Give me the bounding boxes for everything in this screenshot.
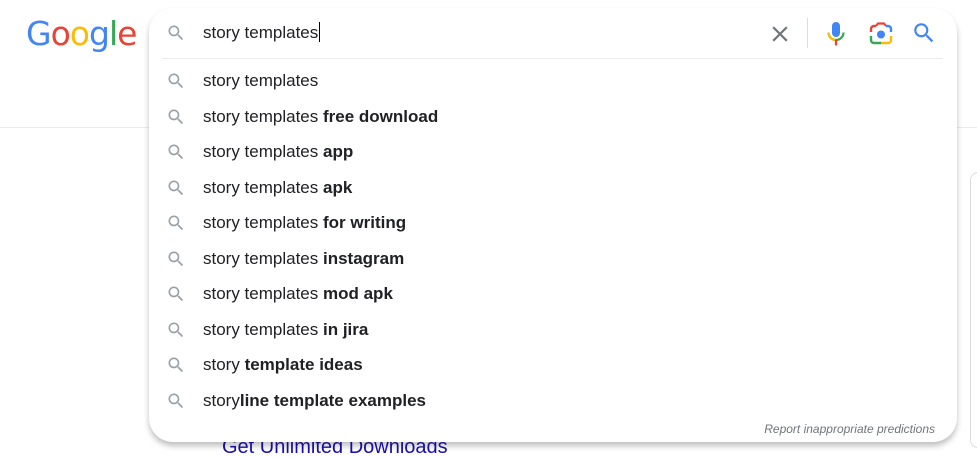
suggestion-item[interactable]: story template ideas: [149, 347, 957, 383]
suggestion-text: story templates for writing: [203, 212, 406, 234]
suggestion-completion: line template examples: [239, 390, 426, 410]
suggestion-item[interactable]: storyline template examples: [149, 383, 957, 419]
suggestion-item[interactable]: story templates apk: [149, 170, 957, 206]
search-icon: [166, 142, 186, 167]
suggestion-text: storyline template examples: [203, 390, 426, 412]
search-icon: [914, 23, 934, 43]
search-submit-button[interactable]: [911, 20, 937, 46]
suggestion-item[interactable]: story templates app: [149, 134, 957, 170]
suggestion-text: story templates instagram: [203, 248, 404, 270]
suggestion-completion: instagram: [323, 248, 405, 268]
search-icon: [166, 178, 186, 203]
search-icon: [166, 249, 186, 274]
close-icon: [772, 26, 788, 42]
suggestion-list: story templates story templates free down…: [149, 63, 957, 418]
suggestion-completion: apk: [323, 177, 353, 197]
suggestion-text: story templates mod apk: [203, 283, 393, 305]
report-predictions-link[interactable]: Report inappropriate predictions: [764, 422, 935, 436]
search-icon: [166, 23, 186, 48]
dropdown-separator: [163, 58, 943, 59]
logo-letter: o: [69, 14, 90, 53]
google-logo[interactable]: Google: [26, 14, 137, 54]
search-icon: [166, 320, 186, 345]
suggestion-completion: in jira: [323, 319, 369, 339]
suggestion-item[interactable]: story templates: [149, 63, 957, 99]
suggestion-item[interactable]: story templates instagram: [149, 241, 957, 277]
search-icon: [166, 391, 186, 416]
suggestion-prefix: story templates: [203, 106, 323, 126]
suggestion-text: story templates apk: [203, 177, 352, 199]
search-icon: [166, 284, 186, 309]
clear-button[interactable]: [767, 21, 793, 47]
suggestion-item[interactable]: story templates free download: [149, 99, 957, 135]
knowledge-panel-edge: [970, 172, 977, 448]
suggestion-prefix: story templates: [203, 213, 323, 232]
toolbar-divider: [807, 18, 808, 48]
suggestion-completion: mod apk: [323, 284, 393, 303]
search-input-row: story templates: [149, 8, 957, 58]
search-icon: [166, 71, 186, 96]
suggestion-completion: for writing: [323, 213, 407, 232]
text-cursor: [319, 22, 321, 42]
voice-search-button[interactable]: [825, 20, 847, 48]
logo-letter: l: [108, 14, 118, 53]
logo-letter: G: [26, 14, 52, 53]
suggestion-prefix: story: [203, 390, 240, 410]
suggestion-item[interactable]: story templates mod apk: [149, 276, 957, 312]
logo-letter: g: [88, 14, 110, 53]
suggestion-completion: free download: [323, 106, 439, 126]
suggestion-completion: template ideas: [244, 355, 363, 374]
suggestion-prefix: story templates: [203, 177, 323, 197]
suggestion-prefix: story templates: [203, 142, 323, 161]
suggestion-item[interactable]: story templates for writing: [149, 205, 957, 241]
suggestion-completion: app: [323, 142, 354, 161]
search-icon: [166, 355, 186, 380]
image-search-button[interactable]: [868, 22, 894, 46]
search-input[interactable]: story templates: [203, 22, 321, 44]
logo-letter: o: [50, 14, 71, 53]
suggestion-text: story templates in jira: [203, 319, 368, 341]
suggestion-text: story templates free download: [203, 106, 438, 128]
logo-letter: e: [117, 14, 137, 53]
microphone-icon: [827, 22, 845, 46]
search-query-text: story templates: [203, 23, 319, 42]
suggestion-text: story template ideas: [203, 354, 363, 376]
suggestion-prefix: story templates: [203, 248, 323, 268]
suggestion-prefix: story: [203, 355, 245, 374]
suggestion-text: story templates app: [203, 141, 353, 163]
search-icon: [166, 107, 186, 132]
suggestion-text: story templates: [203, 70, 318, 92]
search-box: story templates story templates story te…: [149, 8, 957, 442]
suggestion-prefix: story templates: [203, 71, 319, 90]
camera-lens-icon: [869, 22, 893, 45]
suggestion-prefix: story templates: [203, 319, 323, 339]
search-icon: [166, 213, 186, 238]
suggestion-item[interactable]: story templates in jira: [149, 312, 957, 348]
suggestion-prefix: story templates: [203, 284, 323, 303]
